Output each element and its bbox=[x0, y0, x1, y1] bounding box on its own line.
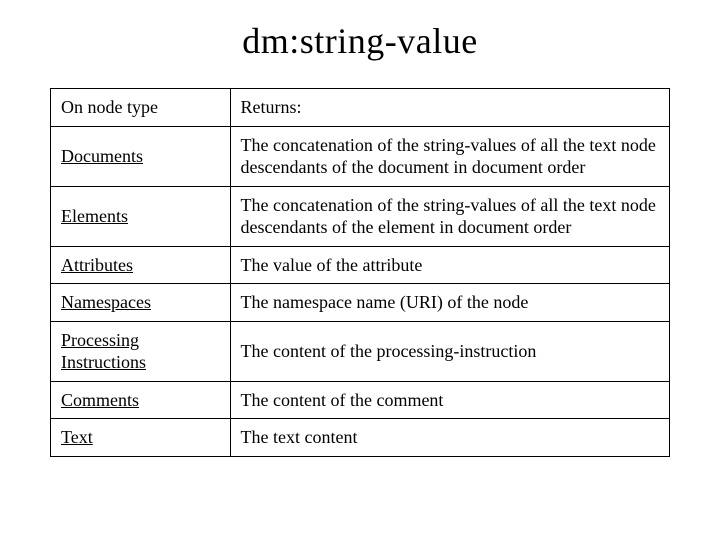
slide: dm:string-value On node type Returns: Do… bbox=[0, 0, 720, 457]
header-right: Returns: bbox=[230, 89, 670, 127]
table-row: Documents The concatenation of the strin… bbox=[51, 126, 670, 186]
table-row: Text The text content bbox=[51, 419, 670, 457]
returns-cell: The concatenation of the string-values o… bbox=[230, 126, 670, 186]
documents-link[interactable]: Documents bbox=[61, 146, 143, 166]
returns-cell: The namespace name (URI) of the node bbox=[230, 284, 670, 322]
attributes-link[interactable]: Attributes bbox=[61, 255, 133, 275]
table-header-row: On node type Returns: bbox=[51, 89, 670, 127]
table-row: Namespaces The namespace name (URI) of t… bbox=[51, 284, 670, 322]
processing-instructions-link[interactable]: Processing Instructions bbox=[61, 330, 146, 373]
returns-cell: The text content bbox=[230, 419, 670, 457]
elements-link[interactable]: Elements bbox=[61, 206, 128, 226]
table-row: Processing Instructions The content of t… bbox=[51, 321, 670, 381]
header-left: On node type bbox=[51, 89, 231, 127]
namespaces-link[interactable]: Namespaces bbox=[61, 292, 151, 312]
returns-cell: The content of the comment bbox=[230, 381, 670, 419]
text-link[interactable]: Text bbox=[61, 427, 93, 447]
returns-cell: The content of the processing-instructio… bbox=[230, 321, 670, 381]
comments-link[interactable]: Comments bbox=[61, 390, 139, 410]
returns-cell: The value of the attribute bbox=[230, 246, 670, 284]
table-row: Elements The concatenation of the string… bbox=[51, 186, 670, 246]
page-title: dm:string-value bbox=[50, 20, 670, 62]
string-value-table: On node type Returns: Documents The conc… bbox=[50, 88, 670, 457]
table-row: Comments The content of the comment bbox=[51, 381, 670, 419]
table-row: Attributes The value of the attribute bbox=[51, 246, 670, 284]
returns-cell: The concatenation of the string-values o… bbox=[230, 186, 670, 246]
